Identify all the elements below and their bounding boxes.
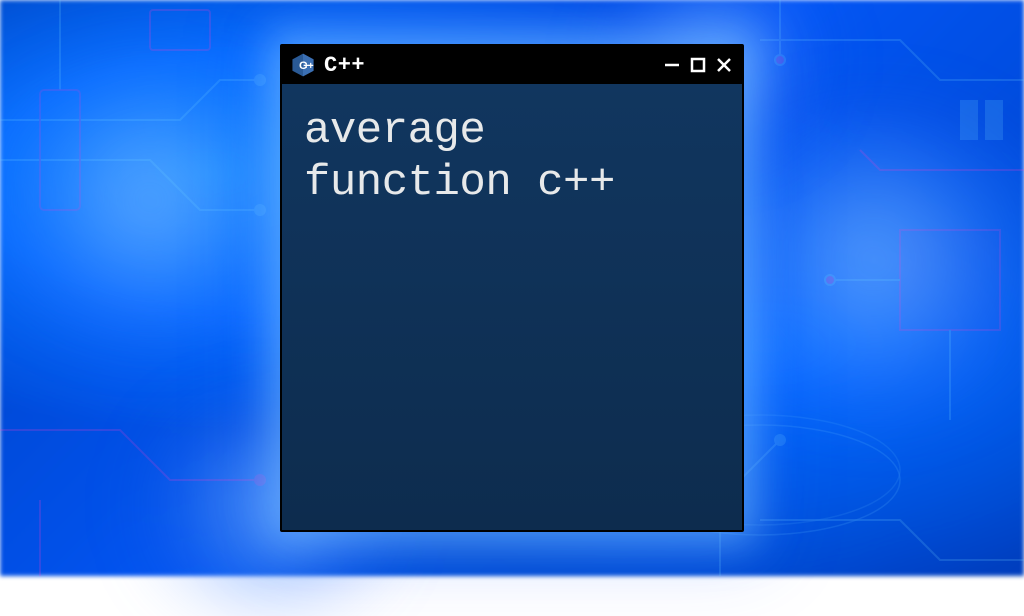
window-controls <box>662 55 734 75</box>
minimize-button[interactable] <box>662 55 682 75</box>
close-button[interactable] <box>714 55 734 75</box>
window-title: C++ <box>324 53 654 78</box>
window-content: average function c++ <box>282 84 742 530</box>
cpp-logo-icon: C <box>290 52 316 78</box>
titlebar[interactable]: C C++ <box>282 46 742 84</box>
terminal-window: C C++ average function c <box>280 44 744 532</box>
content-text: average function c++ <box>304 106 720 210</box>
maximize-button[interactable] <box>688 55 708 75</box>
